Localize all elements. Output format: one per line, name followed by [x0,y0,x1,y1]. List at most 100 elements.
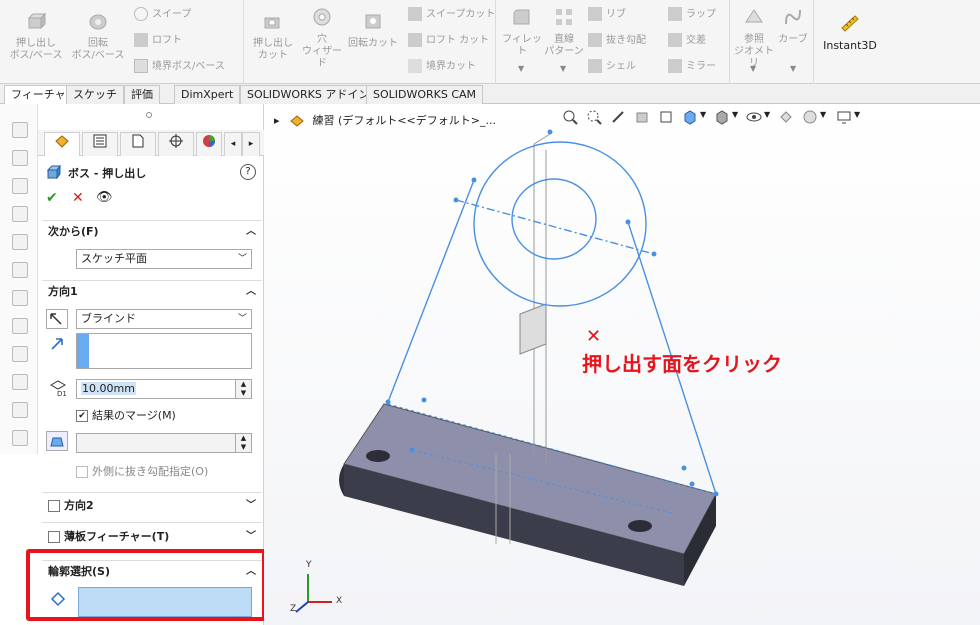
feature-tree-tab-icon[interactable] [44,132,80,156]
display-tab-icon[interactable] [196,132,222,156]
draft-button[interactable]: 抜き勾配 [588,32,646,50]
box-icon[interactable] [12,150,28,166]
hole-wizard-button[interactable]: 穴 ウィザード [300,6,344,70]
sweep-cut-icon [408,7,422,21]
fillet-dropdown-icon[interactable]: ▼ [518,64,524,73]
instant3d-label: Instant3D [823,39,877,52]
extrude-boss-icon [27,12,47,30]
collapse-caret-icon[interactable]: ︿ [246,221,256,243]
sketch-icon[interactable] [12,374,28,390]
depth-spinner-icon[interactable]: ▲ ▼ [235,380,251,398]
mirror-button[interactable]: ミラー [668,58,716,76]
collapse-caret-icon[interactable]: ︿ [246,281,256,303]
sweep-button[interactable]: スイープ [134,6,191,24]
boundary-cut-button[interactable]: 境界カット [408,58,476,76]
extrude-cut-button[interactable]: 押し出し カット [250,10,296,62]
copy-icon[interactable] [12,402,28,418]
from-select[interactable]: スケッチ平面 ﹀ [76,249,252,269]
section-from-header[interactable]: 次から(F) ︿ [42,221,262,243]
help-icon[interactable]: ? [240,164,256,180]
section-direction1-header[interactable]: 方向1 ︿ [42,281,262,303]
tab-cam[interactable]: SOLIDWORKS CAM [366,85,484,104]
curves-button[interactable]: カーブ [776,6,810,46]
boundary-boss-button[interactable]: 境界ボス/ベース [134,58,225,76]
tab-dimxpert[interactable]: DimXpert [174,85,241,104]
instant3d-button[interactable]: Instant3D [818,12,882,52]
draft-angle-input[interactable]: ▲ ▼ [76,433,252,453]
preview-eye-icon[interactable]: 👁 [96,190,113,205]
depth-input[interactable]: 10.00mm ▲ ▼ [76,379,252,399]
loft-button[interactable]: ロフト [134,32,182,50]
box-icon[interactable] [12,234,28,250]
base-plate [339,403,717,586]
solidworks-window: 押し出し ボス/ベース 回転 ボス/ベース スイープ ロフト 境界ボス/ベース … [0,0,980,625]
from-label: 次から(F) [48,225,99,238]
loft-cut-button[interactable]: ロフト カット [408,32,489,50]
sketch-icon[interactable] [12,346,28,362]
tab-addins[interactable]: SOLIDWORKS アドイン [240,85,377,104]
triad-x-label: X [336,596,343,606]
copy-icon[interactable] [12,430,28,446]
section-thin-feature-header[interactable]: 薄板フィーチャー(T) ﹀ [42,523,262,551]
ref-geometry-button[interactable]: 参照 ジオメトリ [734,6,774,70]
tab-evaluate[interactable]: 評価 [124,85,160,104]
graphics-viewport[interactable]: ▸ 練習 (デフォルト<<デフォルト>_... ▼ ▼ ▼ ▼ ▼ ✕ 押し出す… [264,104,980,625]
depth-value: 10.00mm [81,382,136,395]
cancel-x-icon[interactable]: ✕ [72,190,84,206]
linear-pattern-icon [556,9,572,25]
config-tab-icon[interactable] [120,132,156,156]
box-icon[interactable] [12,178,28,194]
checkbox-unchecked-icon[interactable] [48,500,60,512]
extrude-boss-button[interactable]: 押し出し ボス/ベース [8,10,64,62]
revolve-boss-button[interactable]: 回転 ボス/ベース [70,10,126,62]
direction-selection-box[interactable] [76,333,252,369]
scroll-right-icon[interactable]: ▸ [242,132,260,156]
box-icon[interactable] [12,206,28,222]
dimxpert-tab-icon[interactable] [158,132,194,156]
draft-onoff-icon[interactable] [46,431,68,451]
draft-outward-option[interactable]: 外側に抜き勾配指定(O) [76,463,208,479]
shell-button[interactable]: シェル [588,58,636,76]
contour-highlight-frame [26,549,266,621]
linear-pattern-dropdown-icon[interactable]: ▼ [560,64,566,73]
draft-icon [588,33,602,47]
scroll-left-icon[interactable]: ◂ [224,132,242,156]
tab-sketch[interactable]: スケッチ [66,85,124,104]
box-icon[interactable] [12,262,28,278]
checkbox-unchecked-icon[interactable] [76,466,88,478]
sweep-cut-button[interactable]: スイープカット [408,6,495,24]
property-tab-icon[interactable] [82,132,118,156]
fillet-button[interactable]: フィレット [502,6,542,58]
rib-button[interactable]: リブ [588,6,626,24]
checkbox-checked-icon[interactable]: ✔ [76,410,88,422]
boundary-boss-icon [134,59,148,73]
from-value: スケッチ平面 [81,252,147,265]
checkbox-unchecked-icon[interactable] [48,531,60,543]
ribbon-group-boss: 押し出し ボス/ベース 回転 ボス/ベース スイープ ロフト 境界ボス/ベース [0,0,244,84]
linear-pattern-button[interactable]: 直線 パターン [544,6,584,58]
ref-geometry-dropdown-icon[interactable]: ▼ [750,64,756,73]
chevron-down-icon: ﹀ [237,254,247,264]
pm-grip-icon[interactable] [146,112,152,118]
merge-result-option[interactable]: ✔ 結果のマージ(M) [76,407,176,423]
intersect-button[interactable]: 交差 [668,32,706,50]
box-icon[interactable] [12,290,28,306]
end-condition-value: ブラインド [81,312,136,325]
reverse-direction-icon[interactable] [46,309,68,329]
expand-caret-icon[interactable]: ﹀ [246,523,256,551]
ribbon-group-reference: 参照 ジオメトリ ▼ カーブ ▼ [730,0,814,84]
end-condition-select[interactable]: ブラインド ﹀ [76,309,252,329]
ok-check-icon[interactable]: ✔ [46,190,58,206]
box-icon[interactable] [12,122,28,138]
expand-caret-icon[interactable]: ﹀ [246,493,256,519]
section-direction2-header[interactable]: 方向2 ﹀ [42,493,262,519]
hole-wizard-label: 穴 ウィザード [302,34,342,69]
curves-dropdown-icon[interactable]: ▼ [790,64,796,73]
wrap-button[interactable]: ラップ [668,6,716,24]
boundary-boss-label: 境界ボス/ベース [152,61,225,72]
sketch-icon[interactable] [12,318,28,334]
shell-icon [588,59,602,73]
revolve-cut-button[interactable]: 回転カット [348,10,398,50]
draft-spinner-icon[interactable]: ▲ ▼ [235,434,251,452]
svg-text:D1: D1 [57,390,67,397]
